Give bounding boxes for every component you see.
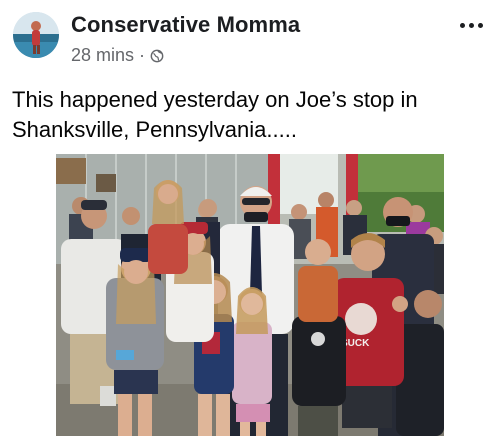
more-options-icon[interactable] <box>460 18 486 32</box>
post-caption: This happened yesterday on Joe’s stop in… <box>12 87 418 142</box>
more-dot <box>478 22 483 28</box>
post-meta: 28 mins · <box>71 45 164 66</box>
post-timestamp[interactable]: 28 mins <box>71 45 134 66</box>
author-avatar[interactable] <box>13 12 59 58</box>
more-dot <box>460 22 465 28</box>
globe-icon <box>150 49 164 62</box>
facebook-post: Conservative Momma 28 mins · This happen… <box>0 0 500 447</box>
post-header: Conservative Momma 28 mins · <box>0 0 500 78</box>
author-name[interactable]: Conservative Momma <box>71 12 300 38</box>
post-photo[interactable]: SUCK <box>56 154 444 436</box>
more-dot <box>469 22 474 28</box>
meta-separator: · <box>139 45 146 65</box>
